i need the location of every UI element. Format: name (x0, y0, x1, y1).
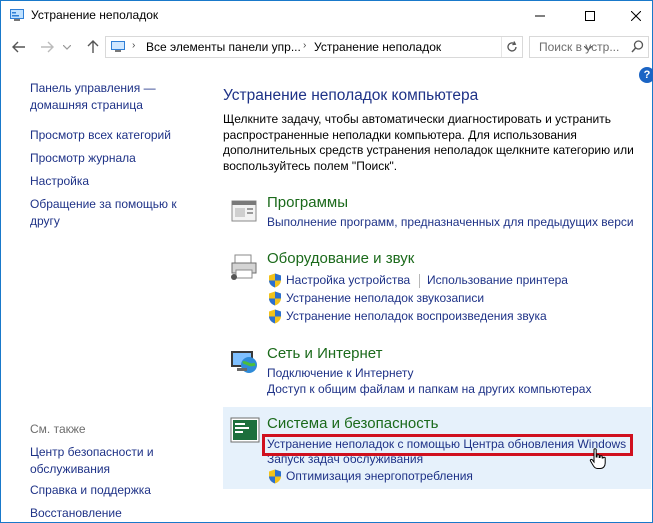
see-also-security-center[interactable]: Центр безопасности и обслуживания (30, 444, 180, 478)
link-power-optimization[interactable]: Оптимизация энергопотребления (286, 469, 473, 483)
title-bar: Устранение неполадок (1, 1, 652, 30)
question-mark-icon: ? (643, 69, 651, 81)
link-run-old-programs[interactable]: Выполнение программ, предназначенных для… (267, 215, 634, 229)
close-icon (631, 10, 641, 21)
category-hardware-sound: Оборудование и звук Настройка устройства… (223, 249, 651, 329)
window-title: Устранение неполадок (31, 8, 159, 22)
chevron-down-icon (63, 44, 71, 50)
category-system-title[interactable]: Система и безопасность (267, 415, 438, 432)
category-programs: Программы Выполнение программ, предназна… (223, 191, 651, 241)
hand-pointer-cursor-icon (589, 448, 606, 469)
category-programs-title[interactable]: Программы (267, 194, 348, 211)
sidebar-item-history[interactable]: Просмотр журнала (30, 150, 190, 167)
printer-icon[interactable] (229, 251, 261, 283)
troubleshooting-window: Устранение неполадок › Все элементы пане… (0, 0, 653, 523)
arrow-right-icon (41, 41, 54, 53)
shield-icon (269, 469, 281, 484)
minimize-icon (535, 15, 545, 16)
maximize-button[interactable] (567, 1, 613, 30)
back-button[interactable] (9, 37, 29, 57)
sidebar-item-settings[interactable]: Настройка (30, 173, 190, 190)
recent-locations-button[interactable] (61, 37, 73, 57)
shield-icon (269, 291, 281, 306)
sidebar-item-ask-friend[interactable]: Обращение за помощью к другу (30, 196, 188, 230)
breadcrumb-separator-icon[interactable]: › (303, 40, 306, 51)
link-separator (419, 274, 420, 288)
network-globe-icon[interactable] (229, 345, 261, 377)
up-button[interactable] (83, 37, 103, 57)
link-playing-audio[interactable]: Устранение неполадок воспроизведения зву… (286, 309, 547, 323)
link-shared-folders[interactable]: Доступ к общим файлам и папкам на других… (267, 382, 591, 396)
page-title: Устранение неполадок компьютера (223, 87, 479, 104)
close-button[interactable] (613, 1, 653, 30)
sidebar-item-all-categories[interactable]: Просмотр всех категорий (30, 127, 190, 144)
highlight-annotation (262, 434, 633, 456)
shield-icon (269, 309, 281, 324)
help-button[interactable]: ? (639, 67, 653, 83)
breadcrumb-separator-icon[interactable]: › (132, 40, 135, 51)
category-hardware-title[interactable]: Оборудование и звук (267, 250, 414, 267)
minimize-button[interactable] (517, 1, 563, 30)
control-panel-icon (10, 9, 24, 21)
programs-icon[interactable] (229, 195, 261, 227)
sidebar-item-home[interactable]: Панель управления — домашняя страница (30, 80, 190, 114)
search-input[interactable]: Поиск в устр... (539, 40, 619, 54)
forward-button[interactable] (37, 37, 57, 57)
link-recording-audio[interactable]: Устранение неполадок звукозаписи (286, 291, 484, 305)
arrow-up-icon (87, 40, 99, 53)
search-box[interactable]: Поиск в устр... (529, 36, 649, 58)
see-also-help-support[interactable]: Справка и поддержка (30, 482, 190, 499)
page-description: Щелкните задачу, чтобы автоматически диа… (223, 112, 634, 173)
category-network-title[interactable]: Сеть и Интернет (267, 345, 383, 362)
refresh-icon (506, 41, 517, 52)
search-icon (631, 40, 644, 53)
category-network: Сеть и Интернет Подключение к Интернету … (223, 342, 651, 398)
link-use-printer[interactable]: Использование принтера (427, 273, 568, 287)
link-device-setup[interactable]: Настройка устройства (286, 273, 410, 287)
see-also-recovery[interactable]: Восстановление (30, 505, 190, 522)
arrow-left-icon (12, 41, 25, 53)
maximize-icon (585, 10, 595, 21)
address-bar[interactable]: › Все элементы панели упр... › Устранени… (105, 36, 593, 58)
breadcrumb-all-items[interactable]: Все элементы панели упр... (146, 40, 301, 54)
refresh-button[interactable] (501, 37, 521, 57)
system-security-icon[interactable] (229, 414, 261, 446)
breadcrumb-troubleshooting[interactable]: Устранение неполадок (314, 40, 441, 54)
link-connect-internet[interactable]: Подключение к Интернету (267, 366, 414, 380)
control-panel-icon (111, 41, 125, 52)
see-also-heading: См. также (30, 422, 86, 436)
shield-icon (269, 273, 281, 288)
